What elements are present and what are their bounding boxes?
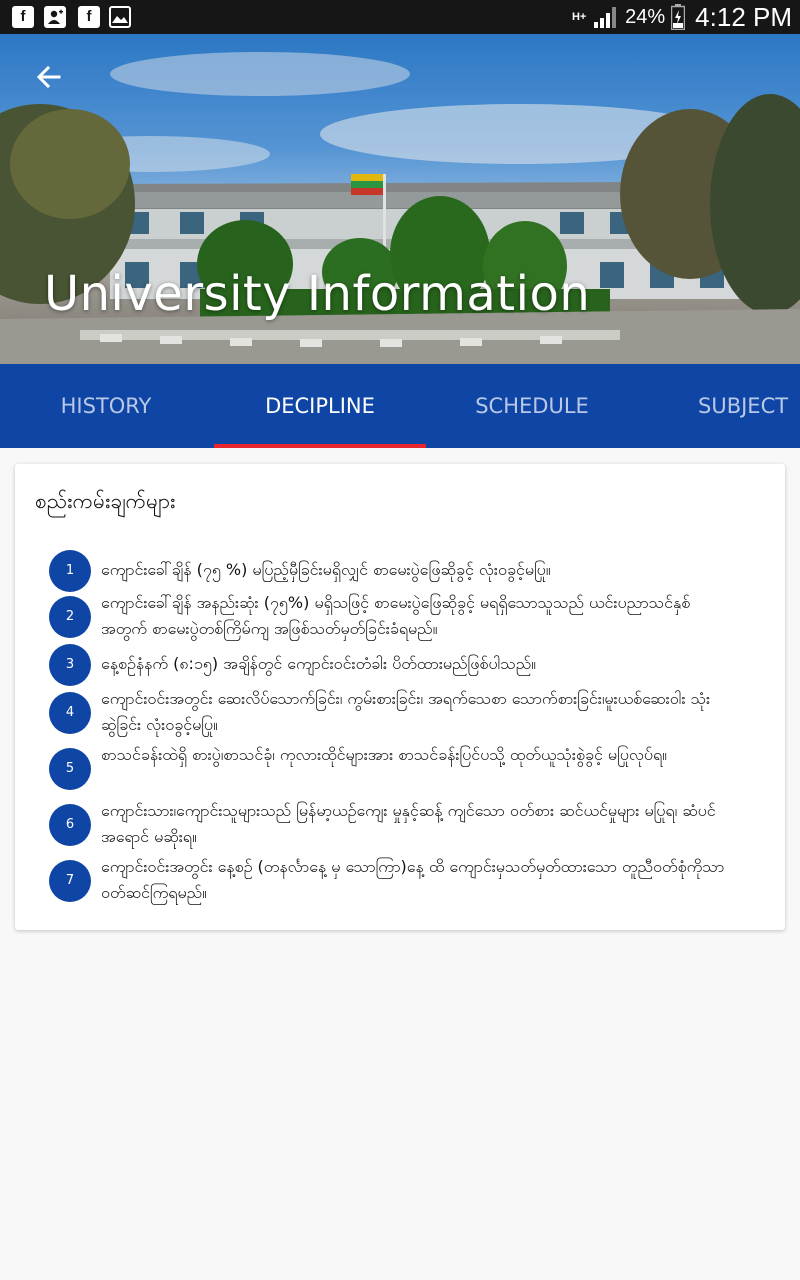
rule-text: နေ့စဉ်နံနက် (၈:၁၅) အချိန်တွင် ကျောင်းဝင်… — [101, 654, 537, 673]
back-button[interactable] — [34, 62, 64, 92]
rule-number-badge: 7 — [49, 860, 91, 902]
page-title: University Information — [44, 266, 591, 322]
rule-number-badge: 5 — [49, 748, 91, 790]
card-title: စည်းကမ်းချက်များ — [35, 489, 176, 513]
discipline-card: စည်းကမ်းချက်များ 1 ကျောင်းခေါ်ချိန် (၇၅ … — [15, 464, 785, 930]
header-banner: University Information — [0, 34, 800, 364]
clock: 4:12 PM — [695, 1, 792, 32]
tab-decipline[interactable]: DECIPLINE — [214, 364, 426, 448]
rule-number-badge: 2 — [49, 596, 91, 638]
rule-number-badge: 1 — [49, 550, 91, 592]
tab-bar: HISTORY DECIPLINE SCHEDULE SUBJECT — [0, 364, 800, 448]
battery-icon — [671, 4, 686, 30]
rule-text: ကျောင်းဝင်းအတွင်း နေ့စဉ် (တနင်္လာနေ့ မှ … — [101, 857, 725, 902]
tab-history[interactable]: HISTORY — [0, 364, 212, 448]
tab-subject[interactable]: SUBJECT — [638, 364, 800, 448]
rule-number-badge: 3 — [49, 644, 91, 686]
rule-number-badge: 4 — [49, 692, 91, 734]
rule-text: ကျောင်းခေါ်ချိန် အနည်းဆုံး (၇၅%) မရှိသဖြ… — [101, 593, 691, 638]
facebook-icon: f — [12, 6, 34, 28]
rule-text: စာသင်ခန်းထဲရှိ စားပွဲ၊စာသင်ခုံ၊ ကုလားထို… — [101, 745, 668, 764]
arrow-left-icon — [36, 65, 61, 89]
facebook-icon: f — [78, 6, 100, 28]
tab-schedule[interactable]: SCHEDULE — [426, 364, 638, 448]
battery-percent: 24% — [625, 5, 666, 28]
status-bar: f f H+ 24% 4:12 PM — [0, 0, 800, 34]
signal-icon — [594, 7, 617, 28]
person-add-icon — [44, 6, 66, 28]
rule-text: ကျောင်းဝင်းအတွင်း ဆေးလိပ်သောက်ခြင်း၊ ကွမ… — [101, 689, 711, 734]
tab-indicator — [214, 444, 426, 448]
rule-text: ကျောင်းသား၊ကျောင်းသူများသည် မြန်မာ့ယဉ်ကျ… — [101, 801, 716, 846]
rule-text: ကျောင်းခေါ်ချိန် (၇၅ %) မပြည့်မှီခြင်းမရ… — [101, 560, 551, 579]
image-icon — [109, 6, 131, 28]
network-type-label: H+ — [571, 11, 587, 23]
rule-number-badge: 6 — [49, 804, 91, 846]
